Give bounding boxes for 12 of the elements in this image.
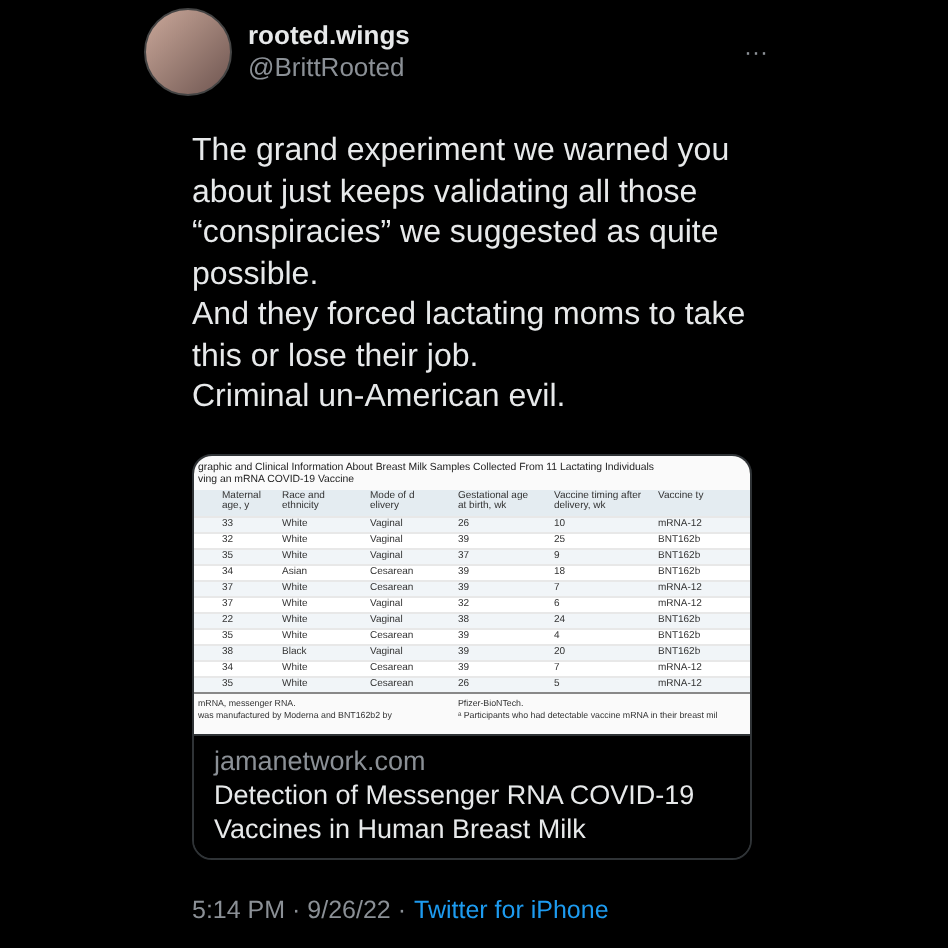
more-options-icon[interactable]: ··· (744, 34, 768, 70)
tweet-text: Criminal un-American evil. (192, 378, 568, 418)
author-name[interactable]: rooted.wings (248, 20, 410, 52)
link-card[interactable] (192, 453, 752, 859)
tweet-timestamp: 5:14 PM · 9/26/22 · (192, 893, 407, 927)
author-handle[interactable]: @BrittRooted (248, 52, 410, 84)
link-title: Detection of Messenger RNA COVID-19 Vaccines in Human Breast Milk (214, 777, 697, 845)
link-domain: jamanetwork.com (214, 743, 428, 777)
avatar[interactable] (144, 8, 232, 96)
source-link[interactable]: Twitter for iPhone (414, 891, 609, 929)
tweet-text: The grand experiment we warned you about just keeps validating all those “conspiracies” we suggested as quite possible. (192, 132, 732, 295)
tweet-text: And they forced lactating moms to take this or lose their job. (192, 296, 748, 377)
